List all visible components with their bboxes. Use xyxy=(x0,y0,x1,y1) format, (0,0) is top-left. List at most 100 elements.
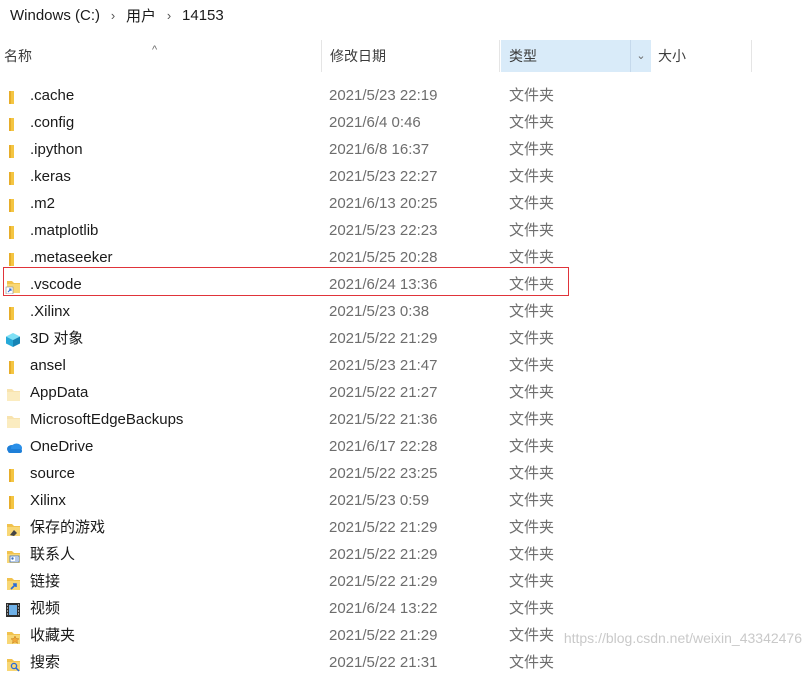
breadcrumb-separator[interactable]: › xyxy=(160,8,178,23)
file-name[interactable]: .metaseeker xyxy=(30,244,113,271)
onedrive-icon xyxy=(5,433,23,460)
file-name[interactable]: .cache xyxy=(30,82,74,109)
file-type: 文件夹 xyxy=(509,627,555,644)
file-row[interactable]: MicrosoftEdgeBackups 2021/5/22 21:36 文件夹 xyxy=(0,406,810,433)
modified-date: 2021/5/23 22:23 xyxy=(329,222,438,239)
folder-icon xyxy=(5,217,23,244)
file-name[interactable]: ansel xyxy=(30,352,66,379)
file-type: 文件夹 xyxy=(509,519,555,536)
modified-date: 2021/5/23 0:38 xyxy=(329,303,430,320)
file-name[interactable]: .Xilinx xyxy=(30,298,70,325)
file-row[interactable]: .keras 2021/5/23 22:27 文件夹 xyxy=(0,163,810,190)
modified-date: 2021/5/22 21:29 xyxy=(329,546,438,563)
file-row[interactable]: source 2021/5/22 23:25 文件夹 xyxy=(0,460,810,487)
file-name[interactable]: .vscode xyxy=(30,271,82,298)
column-header-name[interactable]: 名称 ^ xyxy=(0,40,322,72)
modified-date: 2021/6/24 13:22 xyxy=(329,600,438,617)
column-header-bar: 名称 ^ 修改日期 类型 ⌄ 大小 xyxy=(0,40,810,74)
file-row[interactable]: ansel 2021/5/23 21:47 文件夹 xyxy=(0,352,810,379)
folder-icon xyxy=(5,163,23,190)
file-row[interactable]: 链接 2021/5/22 21:29 文件夹 xyxy=(0,568,810,595)
file-type: 文件夹 xyxy=(509,168,555,185)
file-row[interactable]: 联系人 2021/5/22 21:29 文件夹 xyxy=(0,541,810,568)
modified-date: 2021/5/22 23:25 xyxy=(329,465,438,482)
folder-icon xyxy=(5,82,23,109)
file-type: 文件夹 xyxy=(509,249,555,266)
file-row[interactable]: OneDrive 2021/6/17 22:28 文件夹 xyxy=(0,433,810,460)
modified-date: 2021/6/24 13:36 xyxy=(329,276,438,293)
file-name[interactable]: 搜索 xyxy=(30,649,60,676)
file-name[interactable]: 视频 xyxy=(30,595,60,622)
file-row[interactable]: 视频 2021/6/24 13:22 文件夹 xyxy=(0,595,810,622)
contacts-icon xyxy=(5,541,23,568)
videos-icon xyxy=(5,595,23,622)
file-row[interactable]: .m2 2021/6/13 20:25 文件夹 xyxy=(0,190,810,217)
file-row[interactable]: AppData 2021/5/22 21:27 文件夹 xyxy=(0,379,810,406)
modified-date: 2021/5/22 21:27 xyxy=(329,384,438,401)
hidden-folder-icon xyxy=(5,406,23,433)
file-name[interactable]: 保存的游戏 xyxy=(30,514,105,541)
file-row[interactable]: .Xilinx 2021/5/23 0:38 文件夹 xyxy=(0,298,810,325)
saved-games-icon xyxy=(5,514,23,541)
file-row[interactable]: 保存的游戏 2021/5/22 21:29 文件夹 xyxy=(0,514,810,541)
folder-shortcut-icon xyxy=(5,271,23,298)
file-name[interactable]: .ipython xyxy=(30,136,83,163)
file-name[interactable]: 3D 对象 xyxy=(30,325,83,352)
file-name[interactable]: 联系人 xyxy=(30,541,75,568)
file-name[interactable]: 链接 xyxy=(30,568,60,595)
file-name[interactable]: .matplotlib xyxy=(30,217,98,244)
column-header-date[interactable]: 修改日期 xyxy=(326,40,500,72)
file-name[interactable]: Xilinx xyxy=(30,487,66,514)
file-name[interactable]: AppData xyxy=(30,379,88,406)
file-type: 文件夹 xyxy=(509,492,555,509)
file-name[interactable]: .keras xyxy=(30,163,71,190)
modified-date: 2021/5/22 21:36 xyxy=(329,411,438,428)
file-type: 文件夹 xyxy=(509,330,555,347)
file-type: 文件夹 xyxy=(509,546,555,563)
column-header-size-label: 大小 xyxy=(658,48,686,64)
modified-date: 2021/6/4 0:46 xyxy=(329,114,421,131)
modified-date: 2021/6/8 16:37 xyxy=(329,141,430,158)
file-type: 文件夹 xyxy=(509,384,555,401)
file-row[interactable]: .matplotlib 2021/5/23 22:23 文件夹 xyxy=(0,217,810,244)
file-type: 文件夹 xyxy=(509,411,555,428)
file-name[interactable]: 收藏夹 xyxy=(30,622,75,649)
column-header-size[interactable]: 大小 xyxy=(654,40,752,72)
file-name[interactable]: source xyxy=(30,460,75,487)
modified-date: 2021/5/23 22:27 xyxy=(329,168,438,185)
file-type: 文件夹 xyxy=(509,600,555,617)
file-name[interactable]: MicrosoftEdgeBackups xyxy=(30,406,183,433)
breadcrumb-users[interactable]: 用户 xyxy=(122,5,160,26)
modified-date: 2021/5/22 21:29 xyxy=(329,627,438,644)
searches-icon xyxy=(5,649,23,676)
file-row[interactable]: .ipython 2021/6/8 16:37 文件夹 xyxy=(0,136,810,163)
file-row[interactable]: 搜索 2021/5/22 21:31 文件夹 xyxy=(0,649,810,676)
file-type: 文件夹 xyxy=(509,195,555,212)
file-type: 文件夹 xyxy=(509,222,555,239)
folder-icon xyxy=(5,244,23,271)
modified-date: 2021/5/22 21:29 xyxy=(329,330,438,347)
file-row[interactable]: .config 2021/6/4 0:46 文件夹 xyxy=(0,109,810,136)
breadcrumb-drive[interactable]: Windows (C:) xyxy=(0,7,104,24)
file-list: .cache 2021/5/23 22:19 文件夹 .config 2021/6/4 … xyxy=(0,82,810,676)
chevron-down-icon[interactable]: ⌄ xyxy=(630,40,651,72)
file-row[interactable]: .cache 2021/5/23 22:19 文件夹 xyxy=(0,82,810,109)
file-row[interactable]: Xilinx 2021/5/23 0:59 文件夹 xyxy=(0,487,810,514)
file-type: 文件夹 xyxy=(509,303,555,320)
folder-icon xyxy=(5,298,23,325)
watermark: https://blog.csdn.net/weixin_43342476 xyxy=(563,630,802,646)
column-header-date-label: 修改日期 xyxy=(330,48,386,64)
file-type: 文件夹 xyxy=(509,276,555,293)
modified-date: 2021/5/23 21:47 xyxy=(329,357,438,374)
file-row[interactable]: 3D 对象 2021/5/22 21:29 文件夹 xyxy=(0,325,810,352)
file-row[interactable]: .vscode 2021/6/24 13:36 文件夹 xyxy=(0,271,810,298)
column-header-name-label: 名称 xyxy=(4,48,32,64)
breadcrumb-user[interactable]: 14153 xyxy=(178,7,228,24)
breadcrumb-separator[interactable]: › xyxy=(104,8,122,23)
modified-date: 2021/6/13 20:25 xyxy=(329,195,438,212)
file-name[interactable]: OneDrive xyxy=(30,433,93,460)
column-header-type[interactable]: 类型 ⌄ xyxy=(501,40,651,72)
file-row[interactable]: .metaseeker 2021/5/25 20:28 文件夹 xyxy=(0,244,810,271)
file-name[interactable]: .config xyxy=(30,109,74,136)
file-name[interactable]: .m2 xyxy=(30,190,55,217)
